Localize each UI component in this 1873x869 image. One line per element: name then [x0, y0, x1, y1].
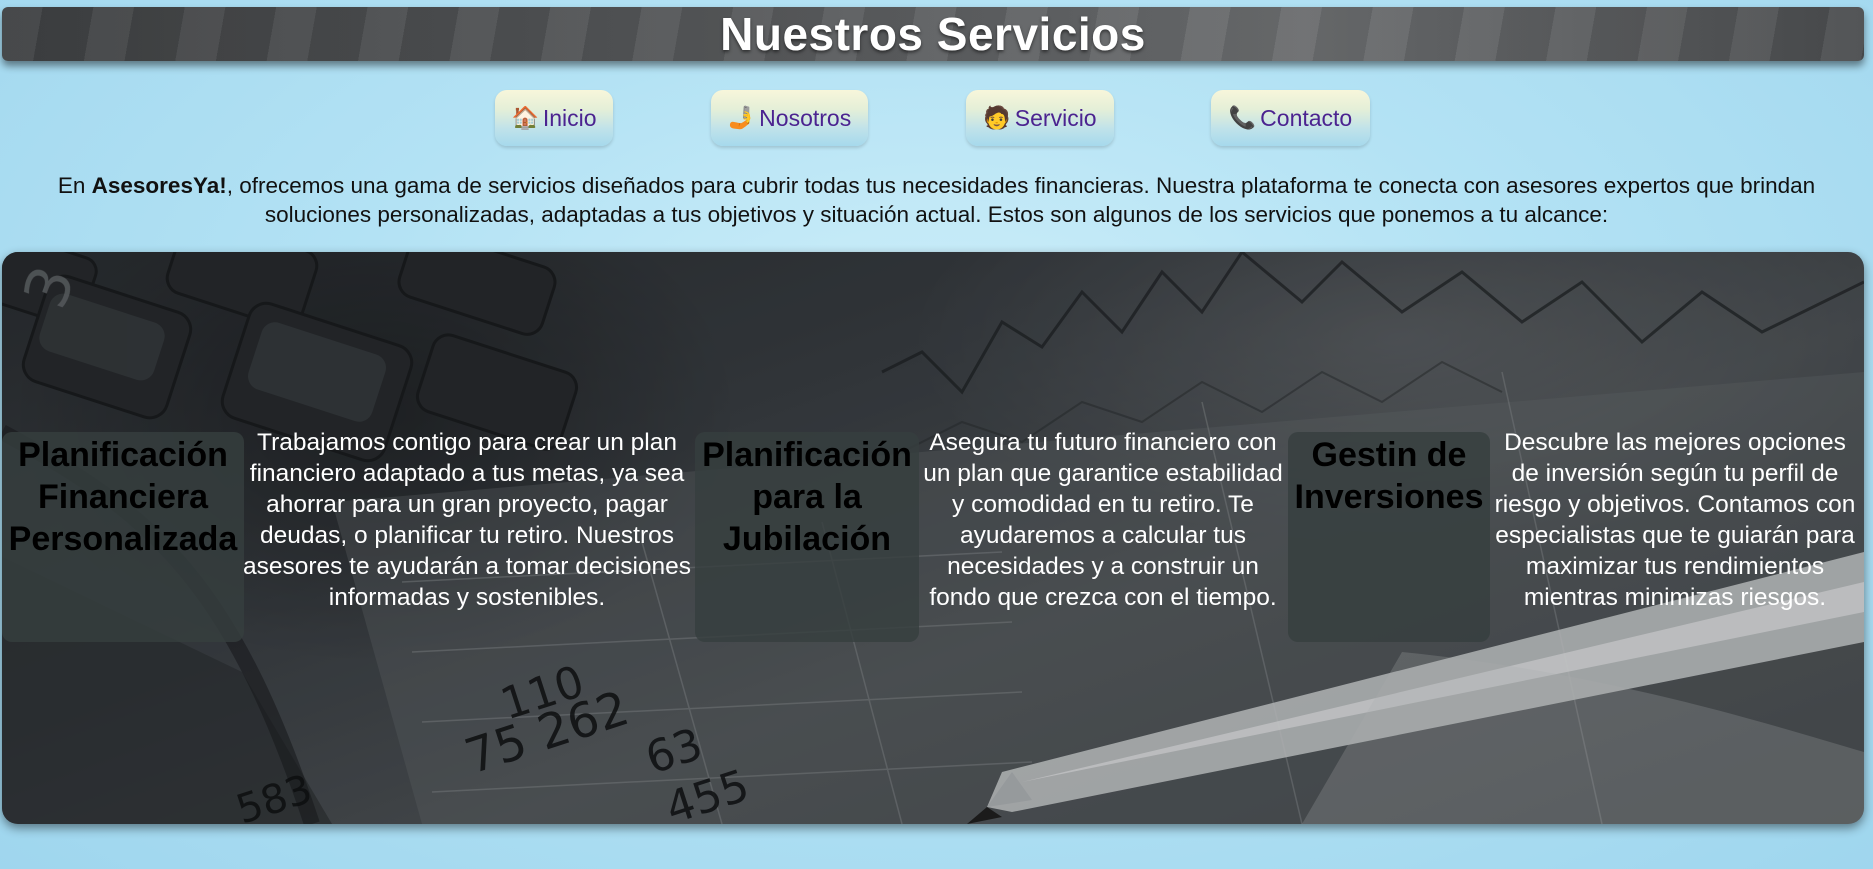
service-description-financial-planning: Trabajamos contigo para crear un plan fi… [242, 429, 692, 611]
page-title: Nuestros Servicios [720, 8, 1146, 60]
nav-contacto[interactable]: 📞 Contacto [1211, 90, 1370, 146]
intro-text: , ofrecemos una gama de servicios diseña… [226, 173, 1816, 227]
page-header: Nuestros Servicios [2, 7, 1864, 61]
nav-label: Contacto [1260, 104, 1353, 131]
intro-paragraph: En AsesoresYa!, ofrecemos una gama de se… [20, 171, 1853, 229]
nav-inicio[interactable]: 🏠 Inicio [495, 90, 613, 146]
house-icon: 🏠 [511, 105, 539, 130]
intro-prefix: En [57, 173, 92, 198]
person-icon: 🧑 [983, 105, 1011, 130]
nav-label: Inicio [542, 104, 597, 131]
service-title-investments: Gestin de Inversiones [1288, 432, 1490, 642]
nav-nosotros[interactable]: 🤳 Nosotros [711, 90, 868, 146]
nav-label: Servicio [1014, 104, 1097, 131]
selfie-hand-icon: 🤳 [727, 105, 756, 130]
nav-label: Nosotros [759, 104, 852, 131]
services-panel: 110 75 262 63 455 583 3 Planificación Fi… [2, 252, 1864, 824]
service-description-investments: Descubre las mejores opciones de inversi… [1494, 429, 1856, 611]
nav-servicio[interactable]: 🧑 Servicio [966, 90, 1114, 146]
phone-icon: 📞 [1228, 105, 1257, 130]
service-title-financial-planning: Planificación Financiera Personalizada [2, 432, 244, 642]
service-description-retirement: Asegura tu futuro financiero con un plan… [923, 429, 1283, 611]
brand-name: AsesoresYa! [91, 173, 227, 198]
service-title-retirement: Planificación para la Jubilación [695, 432, 919, 642]
